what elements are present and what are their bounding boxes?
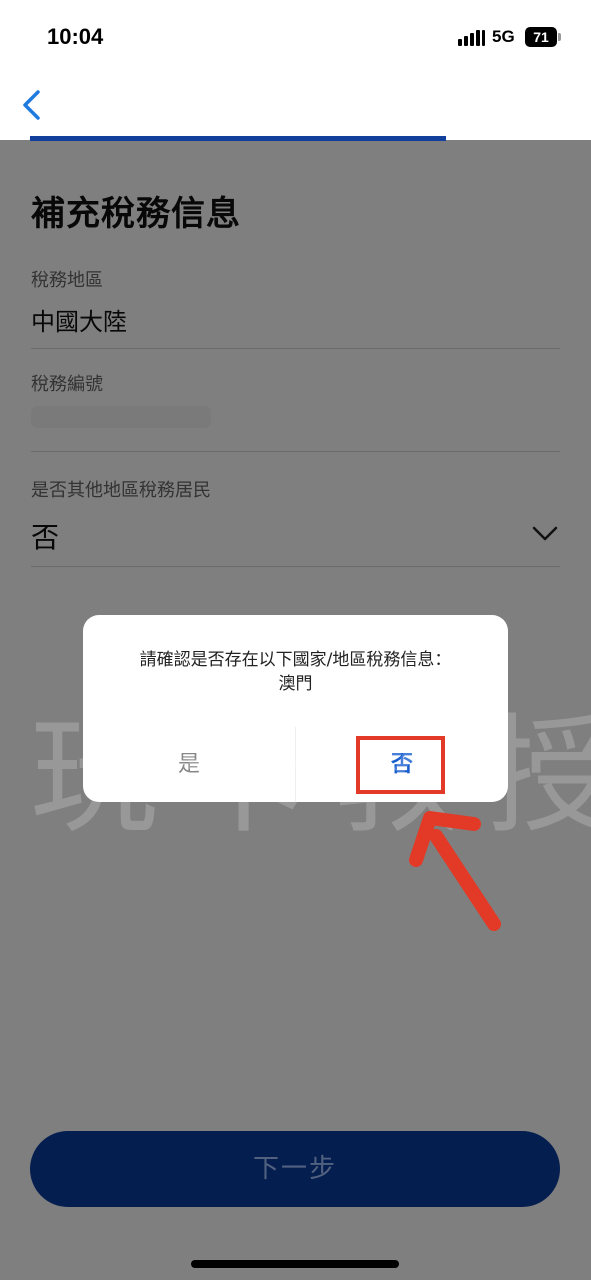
battery-icon: 71 [525,27,561,47]
progress-bar [30,136,560,141]
battery-level: 71 [525,27,557,47]
network-type: 5G [492,27,515,46]
cellular-signal-icon [458,30,486,46]
chevron-left-icon [23,90,40,120]
back-button[interactable] [18,88,48,122]
status-time: 10:04 [47,24,104,49]
annotation-highlight-box [356,736,445,794]
nav-bar [0,70,591,140]
progress-fill [30,136,447,141]
annotation-arrow-icon [409,811,501,931]
dialog-message-line1: 請確認是否存在以下國家/地區稅務信息： [139,650,452,670]
status-bar: 10:04 5G 71 [0,0,591,70]
